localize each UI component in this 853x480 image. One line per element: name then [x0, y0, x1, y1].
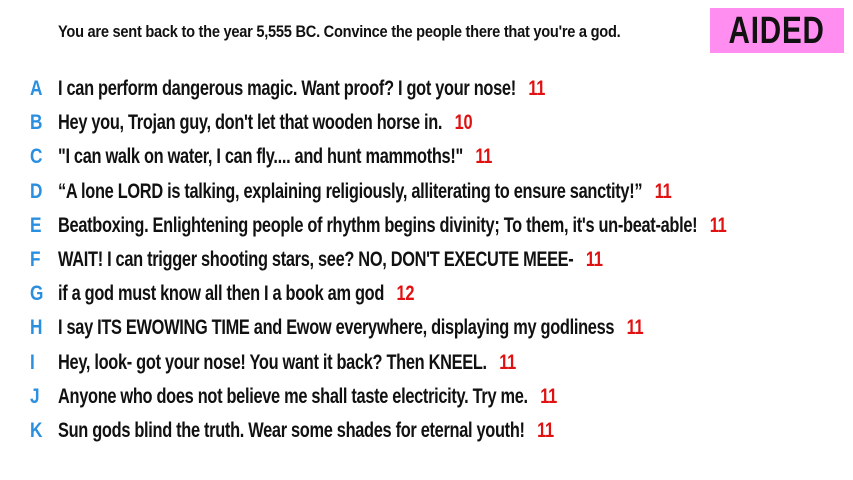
answer-text: I can perform dangerous magic. Want proo…	[58, 77, 516, 100]
answer-text: “A lone LORD is talking, explaining reli…	[58, 179, 643, 203]
answer-letter: J	[30, 384, 40, 408]
answer-score: 11	[626, 316, 644, 340]
answer-entry: Anyone who does not believe me shall tas…	[58, 385, 557, 409]
answer-letter: A	[30, 77, 43, 100]
answer-score: 11	[499, 350, 516, 374]
answer-entry: "I can walk on water, I can fly.... and …	[58, 145, 492, 169]
badge-label: AIDED	[728, 9, 826, 52]
answer-entry: Beatboxing. Enlightening people of rhyth…	[58, 213, 727, 238]
answer-text: Beatboxing. Enlightening people of rhyth…	[58, 213, 698, 237]
answer-letter: F	[30, 248, 41, 271]
answer-entry: if a god must know all then I a book am …	[58, 282, 414, 306]
answer-text: Hey you, Trojan guy, don't let that wood…	[58, 111, 443, 135]
answer-letter: G	[30, 282, 44, 306]
answer-entry: Sun gods blind the truth. Wear some shad…	[58, 419, 554, 443]
answer-text: if a god must know all then I a book am …	[58, 282, 385, 306]
answer-score: 11	[540, 384, 557, 408]
answer-letter: D	[30, 179, 43, 203]
answer-text: "I can walk on water, I can fly.... and …	[58, 145, 463, 169]
answer-text: Anyone who does not believe me shall tas…	[58, 384, 528, 408]
answer-entry: Hey, look- got your nose! You want it ba…	[58, 351, 516, 375]
answer-score: 11	[537, 419, 554, 442]
answer-score: 11	[654, 179, 672, 203]
answer-text: Sun gods blind the truth. Wear some shad…	[58, 419, 525, 442]
answer-letter: B	[30, 111, 43, 135]
answer-score: 11	[585, 248, 603, 271]
answer-entry: Hey you, Trojan guy, don't let that wood…	[58, 111, 473, 135]
answer-letter: C	[30, 145, 43, 169]
answer-entry: I say ITS EWOWING TIME and Ewow everywhe…	[58, 316, 644, 340]
answer-entry: I can perform dangerous magic. Want proo…	[58, 77, 545, 101]
answer-text: Hey, look- got your nose! You want it ba…	[58, 350, 487, 374]
answer-score: 11	[475, 145, 493, 169]
aided-badge: AIDED	[710, 8, 844, 53]
answer-text: WAIT! I can trigger shooting stars, see?…	[58, 248, 574, 271]
answer-score: 11	[528, 77, 546, 100]
answer-score: 12	[396, 282, 415, 306]
answer-score: 11	[709, 213, 727, 237]
answer-letter: K	[30, 419, 43, 442]
answer-text: I say ITS EWOWING TIME and Ewow everywhe…	[58, 316, 615, 340]
answer-letter: I	[30, 350, 35, 374]
answer-score: 10	[454, 111, 473, 135]
prompt-text: You are sent back to the year 5,555 BC. …	[58, 22, 621, 41]
answer-letter: H	[30, 316, 43, 340]
answer-letter: E	[30, 213, 42, 237]
answer-entry: “A lone LORD is talking, explaining reli…	[58, 179, 672, 204]
answer-entry: WAIT! I can trigger shooting stars, see?…	[58, 248, 603, 272]
